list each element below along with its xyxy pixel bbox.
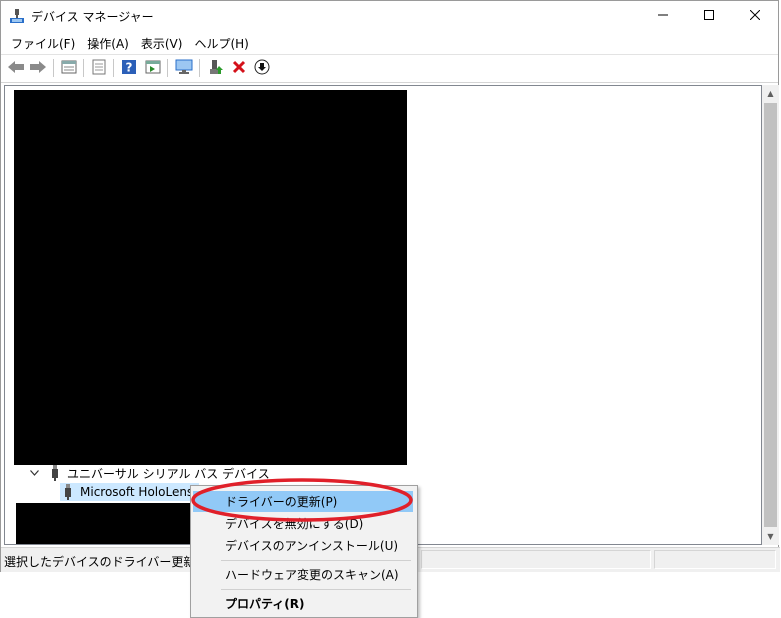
status-pane bbox=[654, 550, 776, 569]
window-title: デバイス マネージャー bbox=[31, 10, 154, 24]
properties-sheet-icon bbox=[91, 59, 107, 78]
vertical-scrollbar[interactable]: ▲ ▼ bbox=[762, 85, 779, 545]
view-list-button[interactable] bbox=[59, 58, 79, 78]
toolbar: ? bbox=[1, 55, 778, 81]
ctx-disable-device[interactable]: デバイスを無効にする(D) bbox=[193, 513, 413, 534]
monitor-scan-icon bbox=[175, 59, 193, 78]
tree-item-hololens[interactable]: Microsoft HoloLens bbox=[60, 483, 200, 501]
ctx-scan-hardware[interactable]: ハードウェア変更のスキャン(A) bbox=[193, 564, 413, 585]
tree-item-label: Microsoft HoloLens bbox=[80, 485, 194, 499]
view-list-icon bbox=[61, 59, 77, 78]
menu-action[interactable]: 操作(A) bbox=[81, 32, 135, 53]
ctx-uninstall-device[interactable]: デバイスのアンインストール(U) bbox=[193, 535, 413, 556]
scrollbar-thumb[interactable] bbox=[764, 103, 777, 527]
chevron-down-icon[interactable] bbox=[27, 468, 41, 479]
scan-hardware-button[interactable] bbox=[174, 58, 194, 78]
menu-help[interactable]: ヘルプ(H) bbox=[188, 32, 254, 53]
disable-download-icon bbox=[254, 59, 270, 78]
status-pane bbox=[421, 550, 651, 569]
context-menu: ドライバーの更新(P) デバイスを無効にする(D) デバイスのアンインストール(… bbox=[190, 485, 418, 618]
close-button[interactable] bbox=[732, 1, 778, 31]
ctx-item-label: デバイスのアンインストール(U) bbox=[225, 539, 399, 553]
menu-bar: ファイル(F) 操作(A) 表示(V) ヘルプ(H) bbox=[1, 32, 778, 53]
forward-button[interactable] bbox=[28, 58, 48, 78]
ctx-separator bbox=[221, 560, 411, 561]
ctx-separator bbox=[221, 589, 411, 590]
toolbar-separator bbox=[167, 59, 168, 77]
uninstall-button[interactable] bbox=[229, 58, 249, 78]
ctx-item-label: プロパティ(R) bbox=[225, 597, 305, 611]
properties-button[interactable] bbox=[89, 58, 109, 78]
forward-arrow-icon bbox=[29, 60, 47, 77]
usb-connector-icon bbox=[47, 465, 63, 481]
redacted-block bbox=[16, 503, 196, 544]
redacted-block bbox=[14, 90, 407, 465]
driver-update-icon bbox=[145, 59, 161, 78]
back-arrow-icon bbox=[7, 60, 25, 77]
scroll-down-icon[interactable]: ▼ bbox=[762, 528, 779, 545]
toolbar-separator bbox=[113, 59, 114, 77]
toolbar-separator bbox=[199, 59, 200, 77]
title-bar: デバイス マネージャー bbox=[1, 1, 778, 31]
device-manager-icon bbox=[9, 8, 25, 24]
minimize-button[interactable] bbox=[640, 1, 686, 31]
toolbar-separator bbox=[53, 59, 54, 77]
close-icon bbox=[749, 9, 761, 23]
toolbar-separator bbox=[83, 59, 84, 77]
ctx-item-label: ドライバーの更新(P) bbox=[225, 495, 338, 509]
svg-text:?: ? bbox=[126, 60, 133, 74]
toolbar-divider bbox=[1, 82, 778, 83]
device-tree-pane: ユニバーサル シリアル バス デバイス Microsoft HoloLens bbox=[4, 85, 762, 545]
help-button[interactable]: ? bbox=[119, 58, 139, 78]
ctx-update-driver[interactable]: ドライバーの更新(P) bbox=[193, 491, 413, 512]
maximize-icon bbox=[704, 9, 714, 23]
ctx-properties[interactable]: プロパティ(R) bbox=[193, 593, 413, 614]
ctx-item-label: ハードウェア変更のスキャン(A) bbox=[225, 568, 399, 582]
back-button[interactable] bbox=[6, 58, 26, 78]
tree-category-label: ユニバーサル シリアル バス デバイス bbox=[67, 466, 270, 481]
enable-device-button[interactable] bbox=[206, 58, 226, 78]
menu-file[interactable]: ファイル(F) bbox=[5, 32, 81, 53]
usb-device-icon bbox=[60, 484, 76, 500]
minimize-icon bbox=[658, 9, 668, 23]
enable-device-icon bbox=[208, 59, 224, 78]
maximize-button[interactable] bbox=[686, 1, 732, 31]
uninstall-x-icon bbox=[232, 60, 246, 77]
menu-view[interactable]: 表示(V) bbox=[135, 32, 189, 53]
disable-device-button[interactable] bbox=[252, 58, 272, 78]
ctx-item-label: デバイスを無効にする(D) bbox=[225, 517, 364, 531]
scroll-up-icon[interactable]: ▲ bbox=[762, 85, 779, 102]
help-icon: ? bbox=[121, 59, 137, 78]
tree-category-usb[interactable]: ユニバーサル シリアル バス デバイス bbox=[27, 464, 270, 482]
driver-update-button[interactable] bbox=[143, 58, 163, 78]
